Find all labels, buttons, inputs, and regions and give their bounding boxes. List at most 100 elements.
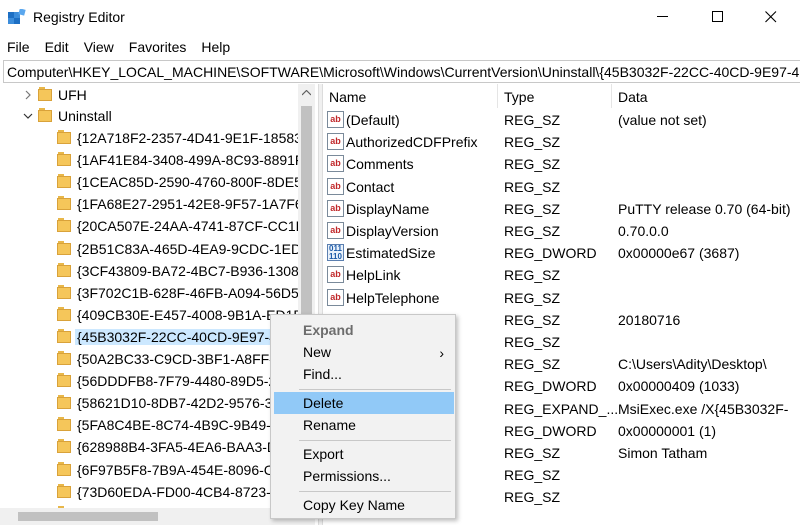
folder-icon	[57, 395, 71, 410]
column-header-type[interactable]: Type	[498, 84, 612, 108]
folder-icon	[38, 87, 52, 102]
value-row[interactable]: ab DisplayName REG_SZ PuTTY release 0.70 (6…	[323, 198, 800, 220]
folder-icon	[57, 329, 71, 344]
folder-icon	[57, 417, 71, 432]
value-data: Simon Tatham	[618, 445, 708, 461]
folder-icon	[57, 152, 71, 167]
folder-icon	[57, 439, 71, 454]
tree-horizontal-scrollbar[interactable]	[0, 508, 298, 525]
value-data: MsiExec.exe /X{45B3032F-	[618, 401, 789, 417]
folder-icon	[57, 373, 71, 388]
value-row[interactable]: ab (Default) REG_SZ (value not set)	[323, 109, 800, 131]
scroll-up-icon[interactable]	[302, 90, 311, 96]
value-data: (value not set)	[618, 112, 707, 128]
tree-item-key[interactable]: {1AF41E84-3408-499A-8C93-8891F(	[0, 149, 318, 171]
tree-item-key[interactable]: {1FA68E27-2951-42E8-9F57-1A7F65	[0, 193, 318, 215]
value-name: Comments	[346, 156, 414, 172]
value-row[interactable]: ab Comments REG_SZ	[323, 153, 800, 175]
value-name: DisplayVersion	[346, 223, 439, 239]
string-value-icon: ab	[327, 155, 344, 172]
menu-separator	[299, 440, 451, 441]
value-type: REG_SZ	[504, 312, 561, 328]
tree-item-label: {20CA507E-24AA-4741-87CF-CC1B2	[77, 218, 313, 234]
menu-item-copy-key-name[interactable]: Copy Key Name	[274, 494, 454, 516]
address-bar[interactable]: Computer\HKEY_LOCAL_MACHINE\SOFTWARE\Mic…	[3, 60, 800, 83]
value-row[interactable]: ab AuthorizedCDFPrefix REG_SZ	[323, 131, 800, 153]
value-data: PuTTY release 0.70 (64-bit)	[618, 201, 791, 217]
folder-icon	[57, 218, 71, 233]
binary-value-icon: 011 110	[327, 244, 344, 261]
tree-item-label: {45B3032F-22CC-40CD-9E97-4D	[75, 329, 290, 345]
menu-help[interactable]: Help	[201, 36, 230, 58]
tree-item-ufh[interactable]: UFH	[0, 84, 318, 106]
tree-item-label: {3CF43809-BA72-4BC7-B936-1308C	[77, 263, 309, 279]
value-row[interactable]: ab HelpTelephone REG_SZ	[323, 287, 800, 309]
string-value-icon: ab	[327, 178, 344, 195]
expand-arrow-icon[interactable]	[22, 89, 34, 101]
menu-item-rename[interactable]: Rename	[274, 414, 454, 436]
tree-item-key[interactable]: {3CF43809-BA72-4BC7-B936-1308C	[0, 260, 318, 282]
value-type: REG_SZ	[504, 445, 561, 461]
value-type: REG_EXPAND_...	[504, 401, 619, 417]
string-value-icon: ab	[327, 111, 344, 128]
tree-item-key[interactable]: {2B51C83A-465D-4EA9-9CDC-1ED9	[0, 238, 318, 260]
window-title: Registry Editor	[33, 9, 125, 25]
tree-item-label: {6F97B5F8-7B9A-454E-8096-CF	[77, 462, 283, 478]
value-data: 20180716	[618, 312, 681, 328]
menu-item-new[interactable]: New ›	[274, 341, 454, 363]
menu-favorites[interactable]: Favorites	[129, 36, 187, 58]
collapse-arrow-icon[interactable]	[22, 110, 34, 122]
folder-icon	[57, 285, 71, 300]
value-row[interactable]: ab DisplayVersion REG_SZ 0.70.0.0	[323, 220, 800, 242]
value-name: DisplayName	[346, 201, 430, 217]
menu-file[interactable]: File	[7, 36, 30, 58]
tree-item-label: {1CEAC85D-2590-4760-800F-8DE5E	[77, 174, 312, 190]
tree-item-label: UFH	[58, 87, 87, 103]
minimize-button[interactable]	[640, 0, 686, 34]
column-header-data[interactable]: Data	[612, 84, 800, 108]
tree-item-uninstall[interactable]: Uninstall	[0, 105, 318, 127]
menu-item-export[interactable]: Export	[274, 443, 454, 465]
title-bar: Registry Editor	[0, 0, 800, 36]
folder-icon	[57, 307, 71, 322]
menu-item-expand[interactable]: Expand	[274, 319, 454, 341]
tree-item-label: {1AF41E84-3408-499A-8C93-8891F(	[77, 152, 309, 168]
folder-icon	[57, 484, 71, 499]
scroll-thumb[interactable]	[18, 512, 158, 521]
value-type: REG_SZ	[504, 156, 561, 172]
string-value-icon: ab	[327, 133, 344, 150]
tree-item-label: {628988B4-3FA5-4EA6-BAA3-D	[77, 439, 278, 455]
folder-icon	[57, 130, 71, 145]
value-type: REG_SZ	[504, 467, 561, 483]
menu-item-permissions[interactable]: Permissions...	[274, 465, 454, 487]
menu-edit[interactable]: Edit	[45, 36, 69, 58]
value-row[interactable]: ab Contact REG_SZ	[323, 176, 800, 198]
maximize-button[interactable]	[695, 0, 741, 34]
menu-view[interactable]: View	[84, 36, 114, 58]
minimize-icon	[657, 16, 668, 17]
tree-item-key[interactable]: {20CA507E-24AA-4741-87CF-CC1B2	[0, 215, 318, 237]
string-value-icon: ab	[327, 222, 344, 239]
tree-item-key[interactable]: {12A718F2-2357-4D41-9E1F-18583A	[0, 127, 318, 149]
value-name: HelpTelephone	[346, 290, 440, 306]
folder-icon	[57, 462, 71, 477]
close-button[interactable]	[748, 0, 794, 34]
menu-item-delete[interactable]: Delete	[274, 392, 454, 414]
value-type: REG_DWORD	[504, 245, 597, 261]
tree-item-key[interactable]: {3F702C1B-628F-46FB-A094-56D54	[0, 282, 318, 304]
folder-open-icon	[38, 108, 52, 123]
tree-item-label: {5FA8C4BE-8C74-4B9C-9B49-E	[77, 417, 281, 433]
close-icon	[765, 11, 777, 23]
string-value-icon: ab	[327, 200, 344, 217]
value-row[interactable]: 011 110 EstimatedSize REG_DWORD 0x00000e67 …	[323, 242, 800, 264]
tree-item-label: {73D60EDA-FD00-4CB4-8723-2	[77, 484, 279, 500]
value-name: Contact	[346, 179, 395, 195]
menu-item-find[interactable]: Find...	[274, 363, 454, 385]
column-header-name[interactable]: Name	[323, 84, 498, 108]
value-row[interactable]: ab HelpLink REG_SZ	[323, 264, 800, 286]
menu-item-new-label: New	[303, 344, 332, 360]
tree-item-key[interactable]: {1CEAC85D-2590-4760-800F-8DE5E	[0, 171, 318, 193]
value-type: REG_SZ	[504, 290, 561, 306]
tree-item-label: {1FA68E27-2951-42E8-9F57-1A7F65	[77, 196, 311, 212]
tree-item-label: {3F702C1B-628F-46FB-A094-56D54	[77, 285, 307, 301]
